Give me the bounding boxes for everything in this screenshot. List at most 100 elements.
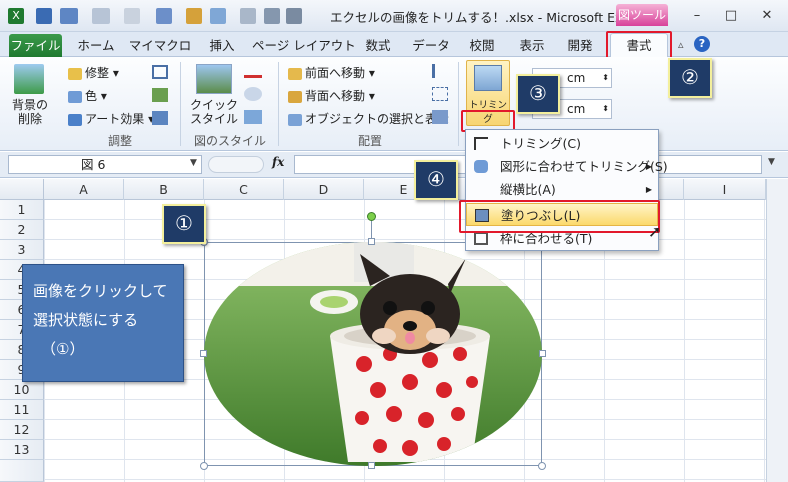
collapse-ribbon-icon[interactable]: ▵ [678,38,684,51]
quick-styles-button[interactable]: クイック スタイル [190,98,238,126]
row-header[interactable] [0,460,44,482]
rotation-handle[interactable] [367,212,376,221]
row-header[interactable]: 12 [0,420,44,440]
resize-handle[interactable] [200,462,208,470]
tab-home[interactable]: ホーム [74,36,118,56]
column-header[interactable]: I [684,179,766,200]
reset-picture-icon[interactable] [152,111,168,125]
bring-forward-button[interactable]: 前面へ移動 ▾ [288,64,375,81]
menu-item-crop-to-shape[interactable]: 図形に合わせてトリミング(S) ▶ [466,155,668,178]
bring-forward-icon [288,67,302,80]
submenu-arrow-icon: ▶ [645,162,652,171]
spinner-arrows-icon[interactable]: ⬍ [602,69,611,87]
highlight-fill-item [459,200,660,233]
screenshot-icon[interactable] [264,8,280,24]
row-header[interactable]: 11 [0,400,44,420]
resize-handle[interactable] [539,350,546,357]
select-all-corner[interactable] [0,179,44,200]
row-header[interactable]: 2 [0,220,44,240]
corrections-button[interactable]: 修整 ▾ [68,64,119,81]
undo-icon[interactable] [60,8,78,24]
format-painter-icon[interactable] [186,8,202,24]
crop-icon [474,137,488,150]
tab-view[interactable]: 表示 [514,36,550,56]
picture-layout-icon[interactable] [244,110,262,124]
group-icon[interactable] [432,87,448,101]
print-preview-icon[interactable] [240,8,256,24]
menu-item-label: 枠に合わせる(T) [500,231,593,246]
column-header[interactable]: A [44,179,124,200]
tab-page-layout[interactable]: ページ レイアウト [252,36,356,56]
tab-developer[interactable]: 開発 [562,36,598,56]
callout-step-4: ④ [414,160,458,200]
name-box[interactable]: 図 6 [8,155,202,174]
callout-step-3: ③ [516,74,560,114]
menu-item-crop[interactable]: トリミング(C) [466,132,658,155]
resize-handle[interactable] [368,462,375,469]
insert-picture-icon[interactable] [210,8,226,24]
resize-handle[interactable] [368,238,375,245]
row-header[interactable]: 13 [0,440,44,460]
fit-icon [474,232,488,245]
menu-item-aspect-ratio[interactable]: 縦横比(A) ▶ [466,178,658,201]
menu-item-label: トリミング(C) [500,136,581,151]
column-header[interactable]: D [284,179,364,200]
artistic-effects-button[interactable]: アート効果 ▾ [68,110,154,127]
column-header[interactable]: B [124,179,204,200]
borders-icon[interactable] [124,8,140,24]
picture-effects-icon[interactable] [244,87,262,101]
send-backward-icon [288,90,302,103]
excel-logo-icon: X [8,8,24,24]
row-header[interactable]: 10 [0,380,44,400]
compress-pictures-icon[interactable] [152,65,168,79]
separator [278,62,279,146]
selection-pane-icon [288,113,302,126]
tab-review[interactable]: 校閲 [464,36,500,56]
row-header[interactable]: 1 [0,200,44,220]
color-palette-icon [68,90,82,103]
color-button[interactable]: 色 ▾ [68,87,107,104]
artistic-effects-label: アート効果 [85,112,145,126]
menu-item-label: 図形に合わせてトリミング(S) [500,159,668,174]
remove-background-button[interactable]: 背景の 削除 [12,98,48,126]
vertical-scrollbar[interactable] [766,179,788,482]
formula-bar-resize-handle[interactable] [208,156,264,173]
resize-handle[interactable] [538,462,546,470]
send-backward-button[interactable]: 背面へ移動 ▾ [288,87,375,104]
minimize-button[interactable]: – [686,8,708,24]
expand-formula-bar-icon[interactable]: ▼ [768,157,775,167]
rotate-icon[interactable] [432,110,448,124]
remove-background-icon [14,64,44,94]
close-button[interactable]: ✕ [756,8,778,24]
camera-icon[interactable] [286,8,302,24]
tab-data[interactable]: データ [410,36,452,56]
group-label-arrange: 配置 [357,134,382,148]
spinner-arrows-icon[interactable]: ⬍ [602,100,611,118]
tab-formulas[interactable]: 数式 [360,36,396,56]
crop-icon [474,65,502,91]
row-header[interactable]: 3 [0,240,44,260]
send-backward-label: 背面へ移動 [305,89,366,103]
mouse-cursor-icon: ➚ [648,222,662,241]
note-line: 画像をクリックして [33,282,168,300]
submenu-arrow-icon: ▶ [645,185,652,194]
save-icon[interactable] [36,8,52,24]
align-icon[interactable] [432,64,448,78]
height-unit: cm [567,71,586,85]
name-box-dropdown-icon[interactable]: ▼ [190,158,197,168]
tab-file[interactable]: ファイル [9,34,62,57]
redo-icon[interactable] [92,8,110,24]
bring-forward-label: 前面へ移動 [305,66,366,80]
column-header[interactable]: C [204,179,284,200]
tab-insert[interactable]: 挿入 [204,36,240,56]
change-picture-icon[interactable] [152,88,168,102]
picture-border-icon[interactable] [244,64,262,78]
selection-pane-button[interactable]: オブジェクトの選択と表示 [288,110,449,127]
tab-my-macro[interactable]: マイマクロ [128,36,192,56]
resize-handle[interactable] [200,350,207,357]
maximize-button[interactable]: □ [720,8,742,24]
insert-function-icon[interactable]: fx [272,155,284,169]
fill-color-icon[interactable] [156,8,172,24]
help-icon[interactable]: ? [694,36,710,52]
puppy-picture[interactable] [204,242,542,466]
